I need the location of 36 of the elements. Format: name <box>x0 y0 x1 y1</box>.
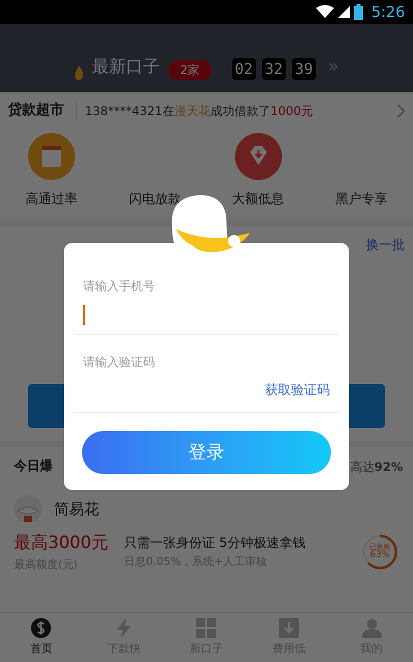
signal-icon <box>338 6 350 18</box>
product-name[interactable]: 简易花 <box>54 498 99 520</box>
flame-icon <box>74 66 84 80</box>
countdown-digits: 02 <box>232 58 256 80</box>
lightning-icon <box>114 618 133 638</box>
status-time: 5:26 <box>371 2 405 23</box>
grid-icon <box>196 618 216 638</box>
ring-value: 63% <box>370 551 390 560</box>
nav-tab[interactable]: 首页 <box>0 613 83 662</box>
refresh-link[interactable]: 换一批 <box>366 236 405 256</box>
shortcut-label[interactable]: 黑户专享 <box>335 190 388 209</box>
code-label: 请输入验证码 <box>83 354 156 371</box>
market-title: 贷款超市 <box>8 100 64 120</box>
wifi-icon <box>316 5 334 19</box>
ticker-message: 138****4321在漫天花成功借款了 1000元 <box>76 102 385 120</box>
shortcut-label[interactable]: 大额低息 <box>232 190 284 209</box>
login-button[interactable]: 登录 <box>82 431 331 474</box>
calendar-icon[interactable] <box>28 132 76 180</box>
rate-note: 高达92% <box>350 459 403 476</box>
count-badge: 2家 <box>168 60 212 80</box>
header-title: 最新口子 <box>92 56 160 78</box>
chevron-right-icon[interactable] <box>397 104 405 118</box>
section-title: 今日爆 <box>14 458 53 476</box>
shortcut-label[interactable]: 高通过率 <box>26 190 78 209</box>
product-headline: 只需一张身份证 5分钟极速拿钱 <box>124 535 306 553</box>
dollar-icon <box>31 618 52 638</box>
loan-amount: 最高3000元 <box>14 532 110 555</box>
person-icon <box>362 618 382 638</box>
app-logo-icon <box>14 495 42 523</box>
countdown-digits: 39 <box>292 58 316 80</box>
countdown-digits: 32 <box>262 58 286 80</box>
shortcut-label[interactable]: 闪电放款 <box>128 190 181 209</box>
phone-label: 请输入手机号 <box>83 278 156 295</box>
get-code-link[interactable]: 获取验证码 <box>265 381 330 400</box>
battery-icon <box>354 4 364 20</box>
download-icon <box>279 618 300 638</box>
